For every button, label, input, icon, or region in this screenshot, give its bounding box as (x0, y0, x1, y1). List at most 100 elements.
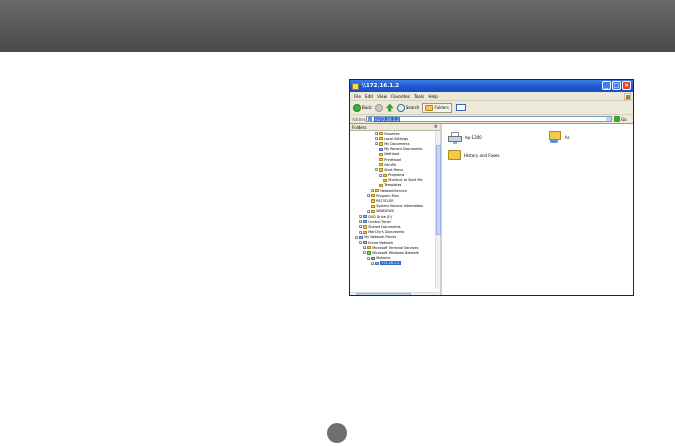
expand-icon[interactable]: + (371, 261, 375, 265)
tree-item-label: Mshome (376, 256, 391, 261)
expand-icon[interactable]: + (371, 189, 375, 193)
folder-icon (425, 104, 434, 111)
folder-icon (383, 173, 387, 177)
menu-edit[interactable]: Edit (365, 94, 373, 99)
tree-item[interactable]: +172.16.1.2 (350, 261, 440, 266)
up-folder-icon (385, 103, 394, 112)
network-computer-icon (368, 117, 372, 121)
menu-file[interactable]: File (354, 94, 361, 99)
expand-icon[interactable]: + (375, 142, 379, 146)
expand-icon[interactable]: + (379, 173, 383, 177)
system-item-icon (363, 220, 367, 224)
tree-item-label: NetworkService (380, 188, 407, 193)
folder-icon (371, 204, 375, 208)
tree-item-label: Control Panel (368, 219, 391, 224)
folder-icon (448, 150, 461, 160)
close-icon[interactable]: × (434, 124, 438, 130)
collapse-icon[interactable]: - (355, 235, 358, 239)
folder-icon (352, 82, 359, 90)
horizontal-scrollbar[interactable] (350, 292, 440, 295)
address-dropdown-button[interactable] (606, 117, 611, 121)
window-titlebar[interactable]: \\172.16.1.2 _ □ × (350, 80, 633, 92)
expand-icon[interactable]: + (359, 230, 363, 234)
folders-pane-title: Folders (352, 124, 367, 130)
expand-icon[interactable]: + (375, 137, 379, 141)
minimize-button[interactable]: _ (602, 81, 611, 90)
close-button[interactable]: × (622, 81, 631, 90)
menu-help[interactable]: Help (428, 94, 438, 99)
back-button[interactable]: Back (353, 103, 372, 112)
expand-icon[interactable]: + (359, 220, 363, 224)
views-icon[interactable] (455, 104, 466, 111)
tree-item-label: PrintHood (384, 157, 401, 162)
menu-favorites[interactable]: Favorites (391, 94, 410, 99)
folder-icon (379, 183, 383, 188)
menu-view[interactable]: View (377, 94, 387, 99)
printer-icon (448, 132, 462, 144)
search-label: Search (405, 105, 420, 110)
expand-icon[interactable]: + (367, 194, 371, 198)
folder-icon (379, 163, 383, 167)
network-icon (367, 251, 371, 255)
menu-bar: File Edit View Favorites Tools Help (350, 92, 633, 101)
file-item-folder[interactable]: History and Faxes (448, 150, 499, 160)
folders-pane: Folders × + Favorites + Local Settings + My D… (350, 124, 442, 295)
tree-item-label: Microsoft Windows Network (372, 250, 420, 255)
folder-icon (363, 230, 367, 234)
tree-item-label: Programs (388, 173, 405, 178)
folders-button[interactable]: Folders (422, 102, 452, 113)
vertical-scrollbar[interactable] (435, 131, 441, 289)
toolbar: Back Search Folders (350, 101, 633, 115)
go-label: Go (621, 116, 627, 122)
folders-pane-header: Folders × (350, 124, 440, 131)
go-arrow-icon (614, 116, 620, 122)
folder-icon (367, 246, 371, 250)
explorer-window: \\172.16.1.2 _ □ × File Edit View Favori… (349, 79, 634, 296)
go-button[interactable]: Go (614, 116, 627, 122)
file-item-share[interactable]: hs (548, 131, 570, 143)
expand-icon[interactable]: + (375, 132, 379, 136)
folder-icon (379, 168, 383, 172)
system-item-icon (379, 147, 383, 151)
folder-tree: + Favorites + Local Settings + My Documents My… (350, 131, 440, 291)
back-label: Back (362, 105, 372, 110)
tree-item-label: Start Menu (384, 167, 403, 172)
maximize-button[interactable]: □ (612, 81, 621, 90)
collapse-icon[interactable]: - (375, 168, 378, 172)
folder-icon (379, 157, 383, 162)
folder-icon (363, 225, 367, 229)
expand-icon[interactable]: + (359, 225, 363, 229)
tree-item-label: Microsoft Terminal Services (372, 245, 419, 250)
search-button[interactable]: Search (396, 103, 420, 112)
collapse-icon[interactable]: - (359, 241, 362, 245)
menu-tools[interactable]: Tools (414, 94, 424, 99)
address-input[interactable]: \\172.16.1.2 (366, 116, 612, 122)
page-header-bar (0, 0, 675, 52)
tree-item-label: Shortcut to Start Me (388, 178, 423, 183)
scroll-thumb[interactable] (356, 293, 411, 295)
folder-icon (379, 142, 383, 146)
up-button[interactable] (385, 103, 394, 112)
file-label: hs (565, 134, 570, 140)
collapse-icon[interactable]: - (363, 251, 366, 255)
folder-icon (379, 152, 383, 156)
folders-label: Folders (434, 105, 449, 110)
tree-item-label: Local Settings (384, 136, 408, 141)
tree-item-label: Program Files (376, 193, 400, 198)
collapse-icon[interactable]: - (367, 256, 370, 260)
tree-item-label: Templates (384, 183, 402, 188)
expand-icon[interactable]: + (367, 209, 371, 213)
expand-icon[interactable]: + (359, 215, 363, 219)
network-icon (363, 240, 367, 245)
expand-icon[interactable]: + (363, 246, 367, 250)
tree-item-label: DVD Drive (F:) (368, 214, 393, 219)
address-value: \\172.16.1.2 (374, 116, 401, 122)
folder-icon (371, 209, 375, 213)
scroll-thumb[interactable] (436, 145, 441, 235)
forward-button[interactable] (374, 103, 383, 112)
folder-icon (371, 199, 375, 203)
files-pane: hp-1200 hs History and Faxes (444, 124, 633, 295)
file-item-printer[interactable]: hp-1200 (448, 132, 482, 144)
